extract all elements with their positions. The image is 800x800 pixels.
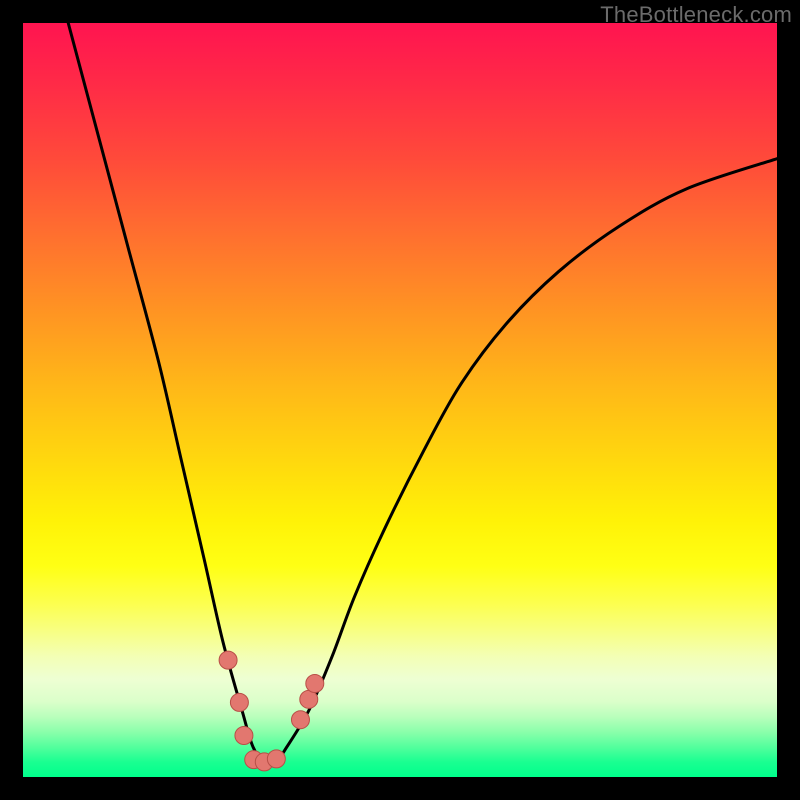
- data-marker: [219, 651, 237, 669]
- plot-area: [23, 23, 777, 777]
- bottleneck-curve-path: [68, 23, 777, 764]
- data-marker: [300, 690, 318, 708]
- data-marker: [267, 750, 285, 768]
- data-marker: [291, 711, 309, 729]
- chart-frame: TheBottleneck.com: [0, 0, 800, 800]
- bottleneck-curve: [23, 23, 777, 777]
- watermark-text: TheBottleneck.com: [600, 2, 792, 28]
- data-marker: [306, 675, 324, 693]
- data-marker: [235, 727, 253, 745]
- data-marker: [230, 693, 248, 711]
